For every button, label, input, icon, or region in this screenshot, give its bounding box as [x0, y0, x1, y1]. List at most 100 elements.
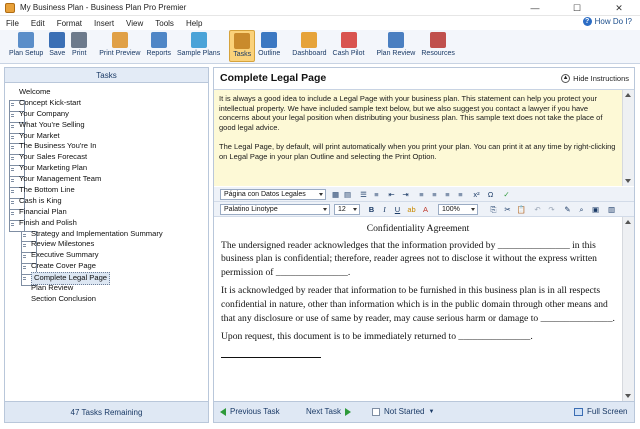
print-preview-button[interactable]: Print Preview [96, 30, 143, 62]
redo-icon[interactable]: ↷ [546, 204, 557, 215]
align-right-icon[interactable]: ≡ [442, 189, 453, 200]
task-item[interactable]: Executive Summary [5, 250, 208, 265]
task-item-label: Strategy and Implementation Summary [31, 228, 163, 238]
task-item[interactable]: Your Company [5, 108, 208, 123]
save-button[interactable]: Save [46, 30, 68, 62]
scroll-up-icon[interactable] [625, 93, 631, 97]
settings-icon[interactable]: ▥ [606, 204, 617, 215]
minimize-button[interactable]: — [520, 0, 550, 16]
menu-view[interactable]: View [120, 19, 149, 28]
menu-format[interactable]: Format [51, 19, 88, 28]
style-icon[interactable]: ▦ [330, 189, 341, 200]
justify-icon[interactable]: ≡ [455, 189, 466, 200]
task-item-label: The Bottom Line [19, 185, 75, 195]
task-item[interactable]: Strategy and Implementation Summary [5, 228, 208, 243]
cash-pilot-button[interactable]: Cash Pilot [330, 30, 368, 62]
task-status-label: Not Started [384, 407, 425, 416]
indent-icon[interactable]: ⇥ [400, 189, 411, 200]
paragraph-style-select[interactable]: Página con Datos Legales [220, 189, 326, 200]
document-scrollbar[interactable] [622, 217, 634, 401]
symbol-icon[interactable]: Ω [485, 189, 496, 200]
reports-button[interactable]: Reports [143, 30, 174, 62]
print-icon [71, 32, 88, 48]
zoom-select[interactable]: 100% [438, 204, 478, 215]
scroll-up-icon[interactable] [625, 220, 631, 224]
document-heading: Confidentiality Agreement [366, 223, 470, 234]
menu-file[interactable]: File [0, 19, 25, 28]
task-item[interactable]: Concept Kick-start [5, 98, 208, 112]
task-item[interactable]: Your Marketing Plan [5, 163, 208, 178]
tasks-button[interactable]: Tasks [229, 30, 256, 62]
bold-button[interactable]: B [366, 204, 377, 215]
align-left-icon[interactable]: ≡ [416, 189, 427, 200]
bullet-list-icon[interactable]: ☰ [358, 189, 369, 200]
toolbar-label: Dashboard [292, 50, 327, 57]
task-item-label: Your Marketing Plan [19, 163, 88, 173]
full-screen-button[interactable]: Full Screen [574, 402, 627, 422]
task-item-label: Section Conclusion [31, 293, 97, 303]
scroll-down-icon[interactable] [625, 394, 631, 398]
task-item[interactable]: Plan Review [5, 283, 208, 294]
toolbar-label: Print Preview [99, 50, 141, 57]
underline-button[interactable]: U [392, 204, 403, 215]
spellcheck-icon[interactable]: ✓ [501, 189, 512, 200]
italic-button[interactable]: I [379, 204, 390, 215]
menu-edit[interactable]: Edit [25, 19, 51, 28]
instructions-scrollbar[interactable] [622, 90, 634, 186]
task-item-label: Your Management Team [19, 174, 102, 184]
outline-button[interactable]: Outline [255, 30, 283, 62]
task-item[interactable]: Review Milestones [5, 239, 208, 254]
task-item[interactable]: What You're Selling [5, 120, 208, 134]
task-item-label: Your Company [19, 108, 69, 118]
print-button[interactable]: Print [68, 30, 90, 62]
font-size-select[interactable]: 12 [334, 204, 360, 215]
task-item[interactable]: Cash is King [5, 196, 208, 210]
align-center-icon[interactable]: ≡ [429, 189, 440, 200]
task-item[interactable]: Create Cover Page [5, 261, 208, 276]
menu-tools[interactable]: Tools [149, 19, 180, 28]
resources-button[interactable]: Resources [418, 30, 457, 62]
task-item[interactable]: Welcome [5, 87, 208, 98]
chevron-down-icon: ▼ [428, 409, 435, 415]
image-icon[interactable]: ▣ [590, 204, 601, 215]
superscript-icon[interactable]: x² [471, 189, 482, 200]
highlight-icon[interactable]: ab [406, 204, 417, 215]
spelling-icon[interactable]: ✎ [562, 204, 573, 215]
task-status-dropdown[interactable]: Not Started ▼ [372, 402, 434, 422]
sample-plans-button[interactable]: Sample Plans [174, 30, 223, 62]
task-item[interactable]: Your Market [5, 131, 208, 145]
cut-icon[interactable]: ✂ [502, 204, 513, 215]
task-item[interactable]: Your Sales Forecast [5, 152, 208, 167]
paste-icon[interactable]: 📋 [516, 204, 527, 215]
dashboard-button[interactable]: Dashboard [289, 30, 329, 62]
toolbar-label: Reports [146, 50, 171, 57]
hide-instructions-button[interactable]: ▲ Hide Instructions [561, 74, 629, 83]
font-color-icon[interactable]: A [420, 204, 431, 215]
find-icon[interactable]: ⌕ [576, 204, 587, 215]
task-item[interactable]: Section Conclusion [5, 294, 208, 305]
next-task-button[interactable]: Next Task [306, 402, 351, 422]
plan-review-button[interactable]: Plan Review [373, 30, 418, 62]
task-item[interactable]: Finish and Polish [5, 218, 208, 232]
document-editor[interactable]: Confidentiality Agreement The undersigne… [214, 217, 622, 401]
task-item[interactable]: Complete Legal Page [5, 272, 208, 287]
menu-insert[interactable]: Insert [88, 19, 120, 28]
previous-task-button[interactable]: Previous Task [220, 402, 280, 422]
close-button[interactable]: ✕ [604, 0, 634, 16]
menu-help[interactable]: Help [180, 19, 208, 28]
numbered-list-icon[interactable]: ≡ [371, 189, 382, 200]
maximize-button[interactable]: ☐ [562, 0, 592, 16]
plan-setup-button[interactable]: Plan Setup [6, 30, 46, 62]
undo-icon[interactable]: ↶ [532, 204, 543, 215]
outdent-icon[interactable]: ⇤ [386, 189, 397, 200]
copy-icon[interactable]: ⎘ [488, 204, 499, 215]
insert-table-icon[interactable]: ▤ [342, 189, 353, 200]
task-item[interactable]: Your Management Team [5, 174, 208, 189]
task-item[interactable]: Financial Plan [5, 207, 208, 221]
how-do-i-link[interactable]: ? How Do I? [582, 17, 632, 26]
scroll-down-icon[interactable] [625, 179, 631, 183]
tasks-pane-header: Tasks [5, 68, 208, 83]
font-family-select[interactable]: Palatino Linotype [220, 204, 330, 215]
task-item[interactable]: The Bottom Line [5, 185, 208, 200]
task-item[interactable]: The Business You're In [5, 141, 208, 156]
